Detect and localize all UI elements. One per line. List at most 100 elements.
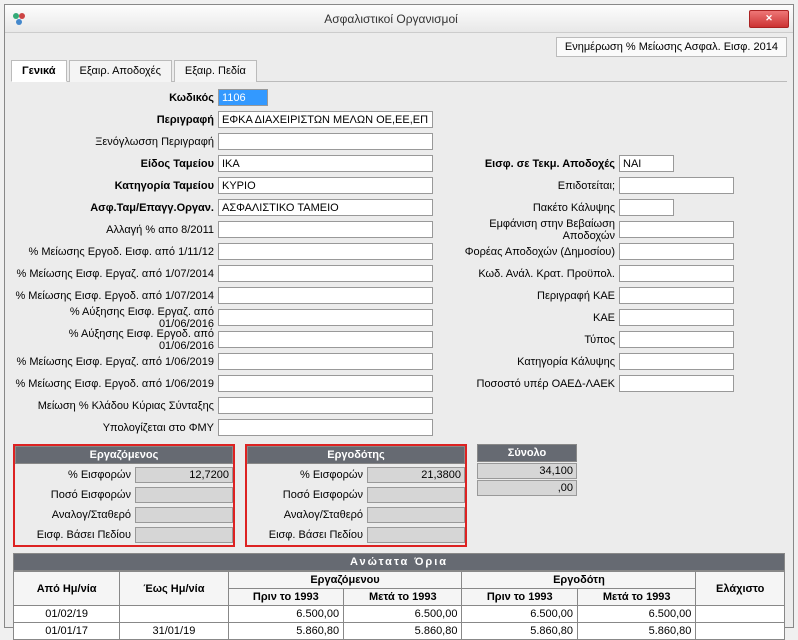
field-input[interactable] [218, 309, 433, 326]
sum-header: Σύνολο [477, 444, 577, 462]
form-row: Κωδικός [13, 88, 438, 107]
field-input[interactable] [218, 265, 433, 282]
field-input[interactable] [218, 199, 433, 216]
totals-value [135, 487, 233, 503]
close-button[interactable]: ✕ [749, 10, 789, 28]
field-input[interactable] [218, 155, 433, 172]
update-reduction-button[interactable]: Ενημέρωση % Μείωσης Ασφαλ. Εισφ. 2014 [556, 37, 787, 57]
totals-row-item: % Εισφορών21,3800 [247, 465, 465, 484]
th-empr-post93: Μετά το 1993 [578, 589, 696, 606]
form-row: % Μείωσης Εισφ. Εργαζ. από 1/06/2019 [13, 352, 438, 371]
field-label: % Αύξησης Εισφ. Εργοδ. από 01/06/2016 [13, 328, 218, 352]
table-row[interactable]: 01/02/196.500,006.500,006.500,006.500,00 [14, 606, 785, 623]
sum-value-0: 34,100 [477, 463, 577, 479]
field-input[interactable] [619, 177, 734, 194]
form-row: % Μείωσης Εργοδ. Εισφ. από 1/11/12 [13, 242, 438, 261]
field-input[interactable] [619, 353, 734, 370]
field-label: Κατηγορία Ταμείου [13, 180, 218, 192]
totals-row-item: Αναλογ/Σταθερό [15, 505, 233, 524]
field-input[interactable] [619, 331, 734, 348]
employee-totals: Εργαζόμενος % Εισφορών12,7200Ποσό Εισφορ… [13, 444, 235, 547]
form-row: % Μείωσης Εισφ. Εργοδ. από 1/07/2014 [13, 286, 438, 305]
field-input[interactable] [619, 221, 734, 238]
titlebar: Ασφαλιστικοί Οργανισμοί ✕ [5, 5, 793, 33]
field-input[interactable] [218, 177, 433, 194]
field-label: Είδος Ταμείου [13, 158, 218, 170]
field-input[interactable] [619, 309, 734, 326]
table-cell: 5.860,80 [228, 623, 344, 640]
field-input[interactable] [218, 397, 433, 414]
field-label: Ποσοστό υπέρ ΟΑΕΔ-ΛΑΕΚ [444, 378, 619, 390]
th-empr-pre93: Πριν το 1993 [462, 589, 578, 606]
field-input[interactable] [218, 133, 433, 150]
field-label: % Αύξησης Εισφ. Εργαζ. από 01/06/2016 [13, 306, 218, 330]
totals-label: Ποσό Εισφορών [15, 489, 135, 501]
field-input[interactable] [218, 287, 433, 304]
field-input[interactable] [218, 89, 268, 106]
form-row: Εμφάνιση στην Βεβαίωση Αποδοχών [444, 220, 785, 239]
totals-value: 21,3800 [367, 467, 465, 483]
form-row: Φορέας Αποδοχών (Δημοσίου) [444, 242, 785, 261]
totals-value [367, 487, 465, 503]
field-label: Κωδικός [13, 92, 218, 104]
form-row: % Αύξησης Εισφ. Εργαζ. από 01/06/2016 [13, 308, 438, 327]
field-input[interactable] [218, 375, 433, 392]
field-input[interactable] [218, 331, 433, 348]
totals-label: Εισφ. Βάσει Πεδίου [247, 529, 367, 541]
field-input[interactable] [619, 287, 734, 304]
field-input[interactable] [218, 419, 433, 436]
field-input[interactable] [218, 221, 433, 238]
employer-header: Εργοδότης [247, 446, 465, 464]
form-row: Είδος Ταμείου [13, 154, 438, 173]
field-label: Μείωση % Κλάδου Κύριας Σύνταξης [13, 400, 218, 412]
form-row: Κωδ. Ανάλ. Κρατ. Προϋπολ. [444, 264, 785, 283]
field-label: Εισφ. σε Τεκμ. Αποδοχές [444, 158, 619, 170]
th-employer-group: Εργοδότη [462, 572, 696, 589]
field-label: % Μείωσης Εισφ. Εργαζ. από 1/07/2014 [13, 268, 218, 280]
form-area: Κωδικός Περιγραφή Ξενόγλωσση Περιγραφή Είδο… [5, 82, 793, 442]
field-input[interactable] [619, 199, 674, 216]
form-row: Μείωση % Κλάδου Κύριας Σύνταξης [13, 396, 438, 415]
th-to: Έως Ημ/νία [120, 572, 228, 606]
limits-title: Ανώτατα Όρια [13, 553, 785, 571]
field-label: % Μείωσης Εργοδ. Εισφ. από 1/11/12 [13, 246, 218, 258]
field-input[interactable] [218, 111, 433, 128]
tab-excl-fields[interactable]: Εξαιρ. Πεδία [174, 60, 257, 82]
totals-label: % Εισφορών [15, 469, 135, 481]
form-row: % Αύξησης Εισφ. Εργοδ. από 01/06/2016 [13, 330, 438, 349]
table-row[interactable]: 01/01/1731/01/195.860,805.860,805.860,80… [14, 623, 785, 640]
totals-value: 12,7200 [135, 467, 233, 483]
field-input[interactable] [218, 243, 433, 260]
field-input[interactable] [218, 353, 433, 370]
tab-general[interactable]: Γενικά [11, 60, 67, 82]
field-label: Ξενόγλωσση Περιγραφή [13, 136, 218, 148]
table-cell: 5.860,80 [462, 623, 578, 640]
left-column: Κωδικός Περιγραφή Ξενόγλωσση Περιγραφή Είδο… [13, 88, 438, 440]
table-cell [696, 623, 785, 640]
totals-value [367, 527, 465, 543]
field-input[interactable] [619, 243, 734, 260]
tab-excl-income[interactable]: Εξαιρ. Αποδοχές [69, 60, 172, 82]
form-row: Κατηγορία Κάλυψης [444, 352, 785, 371]
table-cell: 5.860,80 [344, 623, 462, 640]
th-emp-post93: Μετά το 1993 [344, 589, 462, 606]
totals-row: Εργαζόμενος % Εισφορών12,7200Ποσό Εισφορ… [5, 444, 793, 547]
field-input[interactable] [619, 155, 674, 172]
field-input[interactable] [619, 375, 734, 392]
form-row: Ξενόγλωσση Περιγραφή [13, 132, 438, 151]
totals-value [135, 527, 233, 543]
totals-label: Εισφ. Βάσει Πεδίου [15, 529, 135, 541]
field-label: % Μείωσης Εισφ. Εργοδ. από 1/06/2019 [13, 378, 218, 390]
totals-label: % Εισφορών [247, 469, 367, 481]
field-input[interactable] [619, 265, 734, 282]
form-row: % Μείωσης Εισφ. Εργοδ. από 1/06/2019 [13, 374, 438, 393]
table-cell: 6.500,00 [462, 606, 578, 623]
form-row: Υπολογίζεται στο ΦΜΥ [13, 418, 438, 437]
tab-row: Γενικά Εξαιρ. Αποδοχές Εξαιρ. Πεδία [11, 59, 787, 82]
form-row: Περιγραφή [13, 110, 438, 129]
totals-label: Αναλογ/Σταθερό [247, 509, 367, 521]
table-cell: 31/01/19 [120, 623, 228, 640]
field-label: Τύπος [444, 334, 619, 346]
table-cell: 6.500,00 [344, 606, 462, 623]
form-row: Αλλαγή % απο 8/2011 [13, 220, 438, 239]
